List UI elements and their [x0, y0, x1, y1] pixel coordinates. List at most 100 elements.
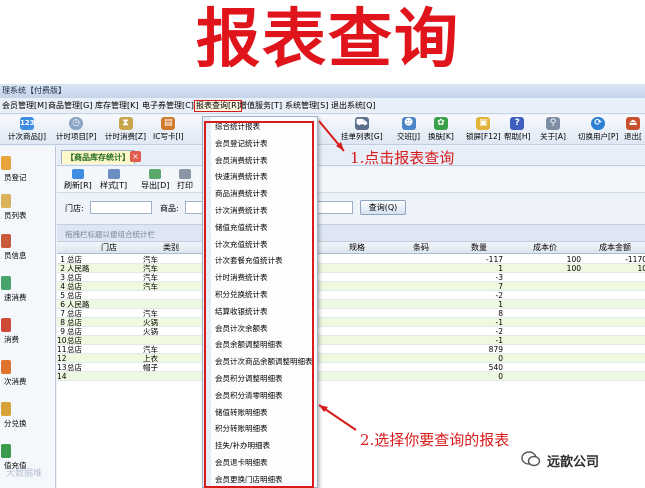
close-icon[interactable]: ×: [130, 151, 141, 162]
switch-user-icon: ⟳: [591, 117, 606, 130]
group-panel[interactable]: 拖拽栏标题以便组合统计栏: [57, 224, 645, 242]
table-row[interactable]: 10 总店 -1: [57, 336, 645, 345]
cell-store: 总店: [67, 273, 82, 282]
query-button[interactable]: 查询(Q): [360, 200, 406, 215]
report-menu-item[interactable]: 会员计次余额表: [215, 321, 315, 337]
cell-quantity: 0: [498, 372, 503, 381]
tab-inventory-stats[interactable]: 【商品库存统计】: [61, 150, 135, 164]
cell-category: 帽子: [143, 363, 158, 372]
report-menu-item[interactable]: 会员登记统计表: [215, 136, 315, 152]
main-toolbar: 123 计次商品[J] ◷ 计时项目[P] ⧗ 计时消费[Z] ▤ IC写卡[I…: [0, 115, 645, 145]
menu-system[interactable]: 系统管理[S]: [284, 100, 329, 112]
cell-quantity: 8: [498, 309, 503, 318]
table-row[interactable]: 2 人民路 汽车 1 100 10: [57, 264, 645, 273]
column-header-category[interactable]: 类别: [163, 243, 179, 253]
skin-icon: ✿: [433, 117, 448, 130]
cell-row-number: 8: [60, 318, 65, 327]
menu-exit[interactable]: 退出系统[Q]: [330, 100, 377, 112]
report-menu-item[interactable]: 商品消费统计表: [215, 186, 315, 202]
toolbar-exit-button[interactable]: ⏏ 退出[: [624, 117, 642, 144]
store-label: 门店:: [65, 204, 84, 213]
cell-store: 总店: [67, 282, 82, 291]
report-menu-item[interactable]: 储值充值统计表: [215, 220, 315, 236]
toolbar-pending-list-button[interactable]: ⛟ 挂单列表[G]: [341, 117, 383, 144]
card-icon: ▤: [161, 117, 176, 130]
toolbar-timed-project-button[interactable]: ◷ 计时项目[P]: [56, 117, 96, 144]
table-row[interactable]: 8 总店 火锅 -1: [57, 318, 645, 327]
report-menu-item[interactable]: 挂失/补办明细表: [215, 438, 315, 454]
cell-category: 汽车: [143, 345, 158, 354]
toolbar-count-product-button[interactable]: 123 计次商品[J]: [8, 117, 46, 144]
toolbar-timed-consume-button[interactable]: ⧗ 计时消费[Z]: [105, 117, 146, 144]
sidebar-item-member-list[interactable]: 员列表: [0, 192, 56, 224]
report-menu-item[interactable]: 会员消费统计表: [215, 153, 315, 169]
report-menu-item[interactable]: 结算收银统计表: [215, 304, 315, 320]
column-header-barcode[interactable]: 条码: [413, 243, 429, 253]
report-menu-item[interactable]: 会员计次商品余额调整明细表: [215, 354, 315, 370]
sidebar-item-points-exchange[interactable]: 分兑换: [0, 400, 56, 432]
report-menu-item[interactable]: 综合统计报表: [215, 119, 315, 135]
report-menu-item[interactable]: 会员退卡明细表: [215, 455, 315, 471]
menu-value-added[interactable]: 增值服务[T]: [238, 100, 283, 112]
report-menu-item[interactable]: 计时消费统计表: [215, 270, 315, 286]
report-menu-item[interactable]: 计次消费统计表: [215, 203, 315, 219]
menu-inventory[interactable]: 库存管理[K]: [94, 100, 140, 112]
refresh-button[interactable]: 刷新[R]: [64, 169, 92, 191]
help-icon: ?: [510, 117, 525, 130]
table-row[interactable]: 9 总店 火锅 -2: [57, 327, 645, 336]
refresh-label: 刷新[R]: [64, 181, 92, 190]
report-menu-item[interactable]: 会员积分调整明细表: [215, 371, 315, 387]
sidebar-item-member-info[interactable]: 员信息: [0, 232, 56, 264]
sidebar-item-quick-consume[interactable]: 速消费: [0, 274, 56, 306]
menu-product[interactable]: 商品管理[G]: [47, 100, 93, 112]
toolbar-help-button[interactable]: ? 帮助[H]: [504, 117, 531, 144]
toolbar-shift-button[interactable]: ☻ 交班[J]: [397, 117, 420, 144]
column-header-store[interactable]: 门店: [101, 243, 117, 253]
menu-member[interactable]: 会员管理[M]: [1, 100, 48, 112]
column-header-cost-amount[interactable]: 成本金额: [599, 243, 631, 253]
report-menu-item[interactable]: 会员积分清零明细表: [215, 388, 315, 404]
report-menu-item[interactable]: 计次充值统计表: [215, 237, 315, 253]
step2-annotation: 2.选择你要查询的报表: [360, 431, 510, 449]
menu-ecoupon[interactable]: 电子券管理[C]: [141, 100, 195, 112]
wechat-icon: [521, 451, 541, 467]
toolbar-ic-card-button[interactable]: ▤ IC写卡[I]: [153, 117, 184, 144]
table-row[interactable]: 4 总店 汽车 7: [57, 282, 645, 291]
table-row[interactable]: 11 总店 汽车 879: [57, 345, 645, 354]
toolbar-lock-button[interactable]: ▣ 锁屏[F12]: [466, 117, 501, 144]
print-button[interactable]: 打印: [177, 169, 193, 191]
column-header-quantity[interactable]: 数量: [471, 243, 487, 253]
toolbar-label: 计时项目[P]: [56, 132, 97, 141]
column-header-spec[interactable]: 规格: [349, 243, 365, 253]
table-row[interactable]: 5 总店 -2: [57, 291, 645, 300]
report-menu-item[interactable]: 储值转账明细表: [215, 405, 315, 421]
report-menu-item[interactable]: 积分转账明细表: [215, 421, 315, 437]
toolbar-skin-button[interactable]: ✿ 换肤[K]: [428, 117, 454, 144]
sidebar-item-consume[interactable]: 消费: [0, 316, 56, 348]
column-header-cost-price[interactable]: 成本价: [533, 243, 557, 253]
menu-report-query[interactable]: 报表查询[R]: [194, 100, 242, 112]
report-menu-item[interactable]: 快速消费统计表: [215, 169, 315, 185]
report-menu-item[interactable]: 计次套餐充值统计表: [215, 253, 315, 269]
table-row[interactable]: 1 总店 汽车 -117 100 -1170: [57, 255, 645, 264]
style-button[interactable]: 样式[T]: [100, 169, 127, 191]
report-menu-item[interactable]: 会员更换门店明细表: [215, 472, 315, 487]
table-row[interactable]: 3 总店 汽车 -3: [57, 273, 645, 282]
sidebar-item-member-register[interactable]: 员登记: [0, 154, 56, 186]
report-menu-item[interactable]: 会员余额调整明细表: [215, 337, 315, 353]
export-button[interactable]: 导出[D]: [141, 169, 169, 191]
table-row[interactable]: 12 上衣 0: [57, 354, 645, 363]
table-row[interactable]: 6 人民路 1: [57, 300, 645, 309]
report-menu-item[interactable]: 积分兑换统计表: [215, 287, 315, 303]
cell-row-number: 4: [60, 282, 65, 291]
table-row[interactable]: 14 0: [57, 372, 645, 381]
sidebar-item-count-consume[interactable]: 次消费: [0, 358, 56, 390]
table-row[interactable]: 7 总店 汽车 8: [57, 309, 645, 318]
toolbar-switch-user-button[interactable]: ⟳ 切换用户[P]: [578, 117, 618, 144]
toolbar-about-button[interactable]: ⚲ 关于[A]: [540, 117, 566, 144]
cell-store: 总店: [67, 318, 82, 327]
store-select[interactable]: [90, 201, 152, 214]
exit-icon: ⏏: [625, 117, 640, 130]
table-row[interactable]: 13 总店 帽子 540: [57, 363, 645, 372]
cell-row-number: 10: [57, 336, 67, 345]
